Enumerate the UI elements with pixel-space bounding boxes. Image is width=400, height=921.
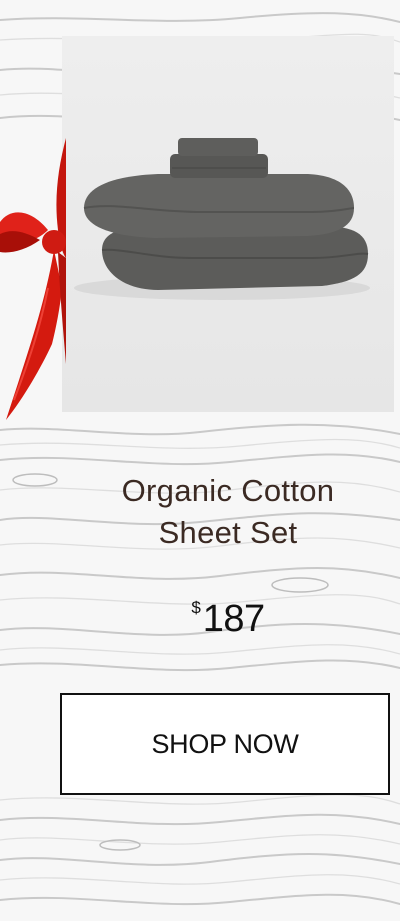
currency-symbol: $ (191, 598, 201, 617)
product-title-line1: Organic Cotton (121, 473, 335, 508)
shop-now-label: SHOP NOW (151, 728, 299, 759)
product-price: $187 (62, 598, 394, 641)
shop-now-button[interactable]: SHOP NOW (60, 693, 390, 795)
product-image[interactable] (62, 36, 394, 412)
red-bow-icon (0, 138, 66, 420)
product-title[interactable]: Organic Cotton Sheet Set (62, 470, 394, 554)
product-title-line2: Sheet Set (158, 515, 298, 550)
price-amount: 187 (202, 598, 265, 640)
pillow-stack-image (74, 138, 370, 300)
